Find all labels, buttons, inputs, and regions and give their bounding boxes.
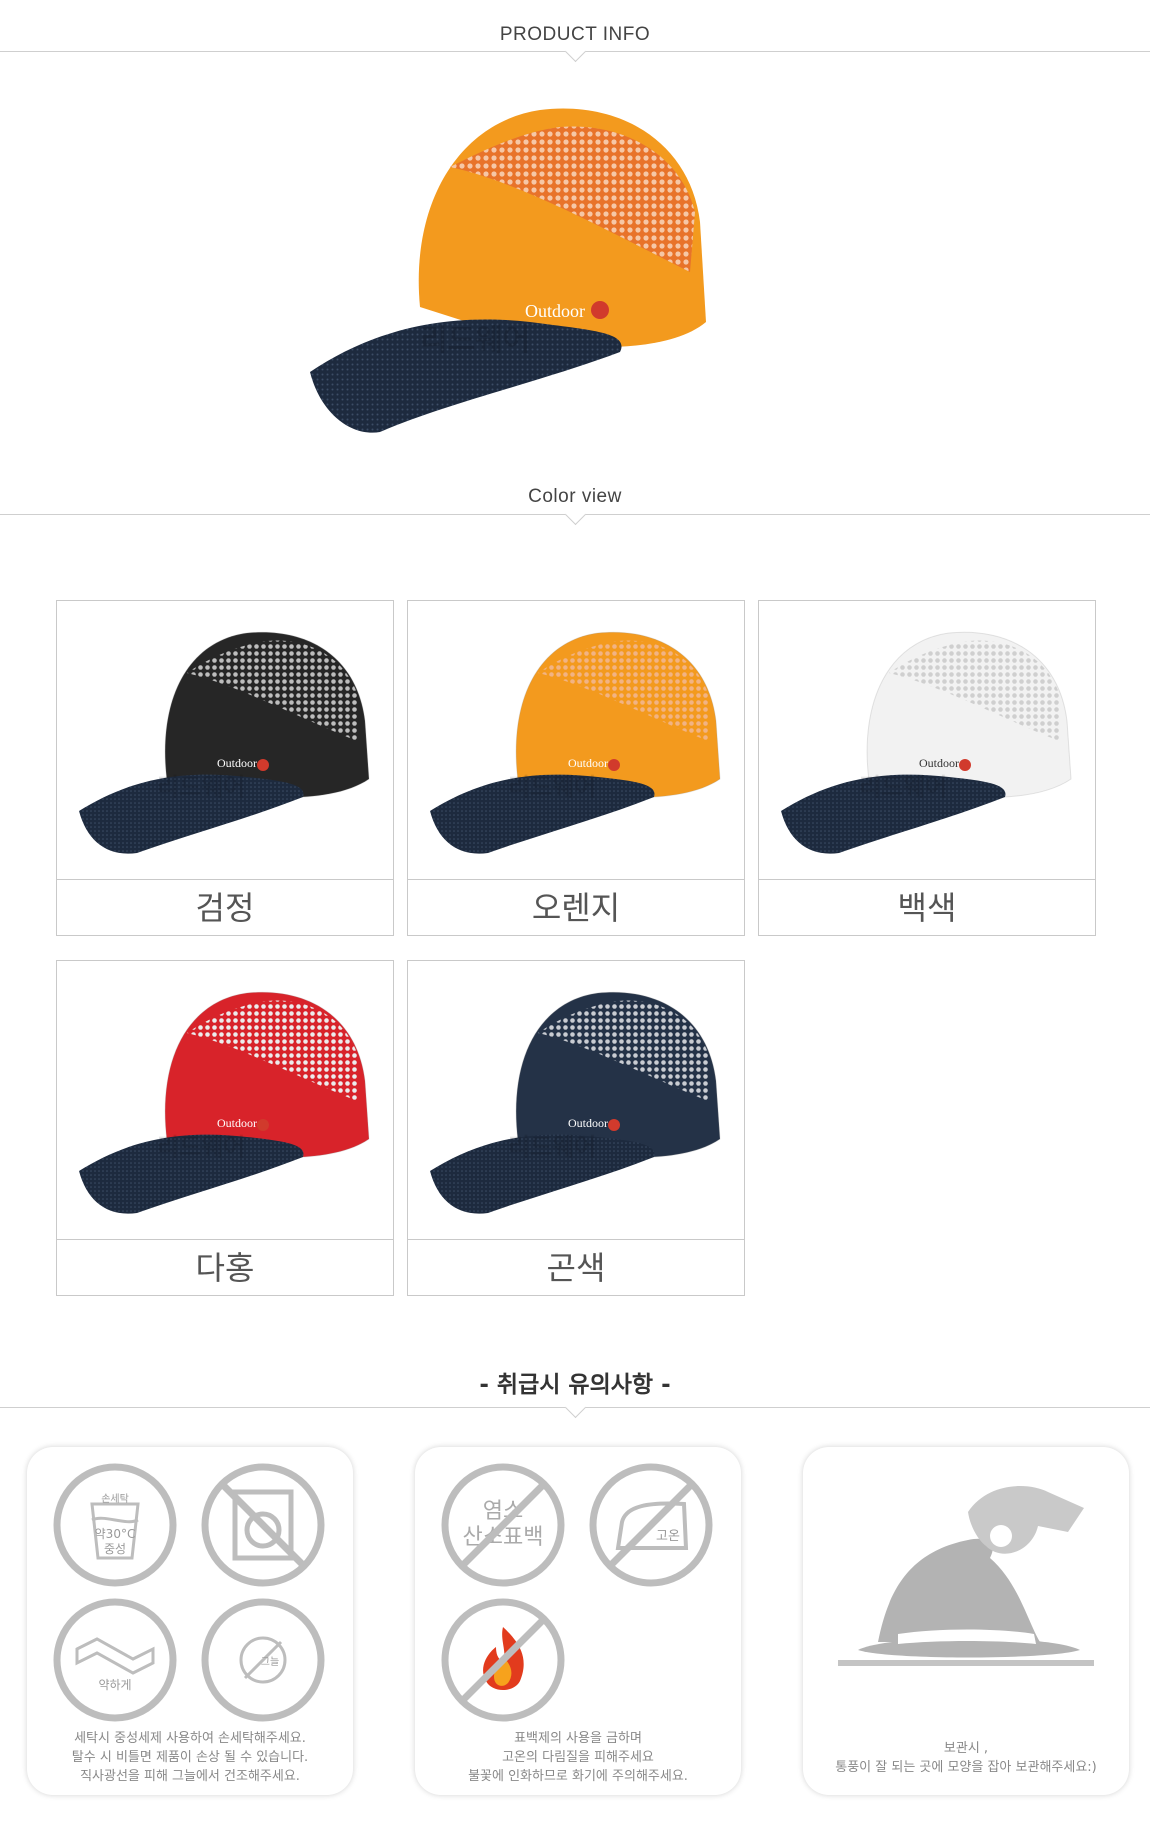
no-machine-wash-icon (201, 1463, 325, 1587)
cap-watermark: 리드웨어 (508, 1133, 596, 1161)
color-card[interactable]: Outdoor 리드웨어오렌지 (407, 600, 745, 936)
color-label: 다홍 (195, 1249, 255, 1287)
color-card[interactable]: Outdoor 리드웨어검정 (56, 600, 394, 936)
care-line: 세탁시 중성세제 사용하여 손세탁해주세요. (74, 1731, 306, 1746)
color-label: 오렌지 (531, 889, 621, 927)
hero-cap-image: Outdoor 리드웨어 (310, 108, 706, 433)
no-wring-icon: 약하게 (53, 1598, 177, 1722)
color-label: 백색 (897, 889, 957, 927)
care-line: 탈수 시 비틀면 제품이 손상 될 수 있습니다. (71, 1750, 309, 1765)
cap-watermark: 리드웨어 (157, 1133, 245, 1161)
cap-logo: Outdoor (568, 756, 608, 770)
product-info-header: PRODUCT INFO (0, 0, 1150, 63)
cap-watermark: 리드웨어 (859, 773, 947, 801)
iron-label: 고온 (656, 1529, 680, 1544)
cap-thumbnail: Outdoor 리드웨어 (759, 631, 1095, 880)
care-line: 통풍이 잘 되는 곳에 모양을 잡아 보관해주세요:) (835, 1760, 1097, 1775)
care-title: - 취급시 유의사항 - (479, 1372, 671, 1398)
cap-logo: Outdoor (217, 1116, 257, 1130)
cap-thumbnail: Outdoor 리드웨어 (57, 991, 393, 1240)
storage-hat-icon (838, 1486, 1094, 1666)
care-card-washing-text: 세탁시 중성세제 사용하여 손세탁해주세요. 탈수 시 비틀면 제품이 손상 될… (27, 1729, 353, 1786)
color-card[interactable]: Outdoor 리드웨어다홍 (56, 960, 394, 1296)
twist-label: 약하게 (98, 1677, 131, 1692)
care-line: 보관시 , (943, 1741, 989, 1756)
cap-thumbnail: Outdoor 리드웨어 (408, 991, 744, 1240)
cap-watermark: 리드웨어 (508, 773, 596, 801)
divider-notch (564, 1396, 587, 1419)
cap-logo: Outdoor (217, 756, 257, 770)
cap-watermark: 리드웨어 (157, 773, 245, 801)
color-card[interactable]: Outdoor 리드웨어백색 (758, 600, 1096, 936)
no-fire-icon (441, 1598, 565, 1722)
care-card-washing: 손세탁 약30°C 중성 약하게 그늘 세탁시 중성세제 사용하여 손세탁해주세… (27, 1447, 353, 1795)
color-label: 검정 (195, 889, 255, 927)
care-card-bleach-iron: 염소 산소표백 고온 표백제의 사용을 금하며 고온의 다림질을 피해주세요 불… (415, 1447, 741, 1795)
wash-bottom-text: 중성 (104, 1542, 126, 1556)
care-card-storage-text: 보관시 , 통풍이 잘 되는 곳에 모양을 잡아 보관해주세요:) (803, 1739, 1129, 1777)
care-line: 고온의 다림질을 피해주세요 (502, 1750, 654, 1765)
wash-top-text: 손세탁 (101, 1493, 129, 1505)
care-card-bleach-text: 표백제의 사용을 금하며 고온의 다림질을 피해주세요 불꽃에 인화하므로 화기… (415, 1729, 741, 1786)
cap-logo: Outdoor (568, 1116, 608, 1130)
cap-logo: Outdoor (919, 756, 959, 770)
care-card-storage: 보관시 , 통풍이 잘 되는 곳에 모양을 잡아 보관해주세요:) (803, 1447, 1129, 1795)
care-line: 표백제의 사용을 금하며 (514, 1731, 642, 1746)
care-line: 직사광선을 피해 그늘에서 건조해주세요. (80, 1769, 300, 1784)
color-card[interactable]: Outdoor 리드웨어곤색 (407, 960, 745, 1296)
hand-wash-icon: 손세탁 약30°C 중성 (53, 1463, 177, 1587)
color-label: 곤색 (546, 1249, 606, 1287)
hero-watermark: 리드웨어 (420, 323, 530, 358)
cap-thumbnail: Outdoor 리드웨어 (408, 631, 744, 880)
cap-thumbnail: Outdoor 리드웨어 (57, 631, 393, 880)
care-line: 불꽃에 인화하므로 화기에 주의해주세요. (468, 1769, 688, 1784)
no-bleach-icon: 염소 산소표백 (441, 1463, 565, 1587)
wash-temp-text: 약30°C (95, 1526, 136, 1541)
color-view-header: Color view (0, 460, 1150, 530)
shade-dry-icon: 그늘 (201, 1598, 325, 1722)
hero-logo: Outdoor (525, 301, 585, 321)
care-header: - 취급시 유의사항 - (0, 1355, 1150, 1425)
no-high-iron-icon: 고온 (589, 1463, 713, 1587)
shade-label: 그늘 (261, 1656, 279, 1668)
